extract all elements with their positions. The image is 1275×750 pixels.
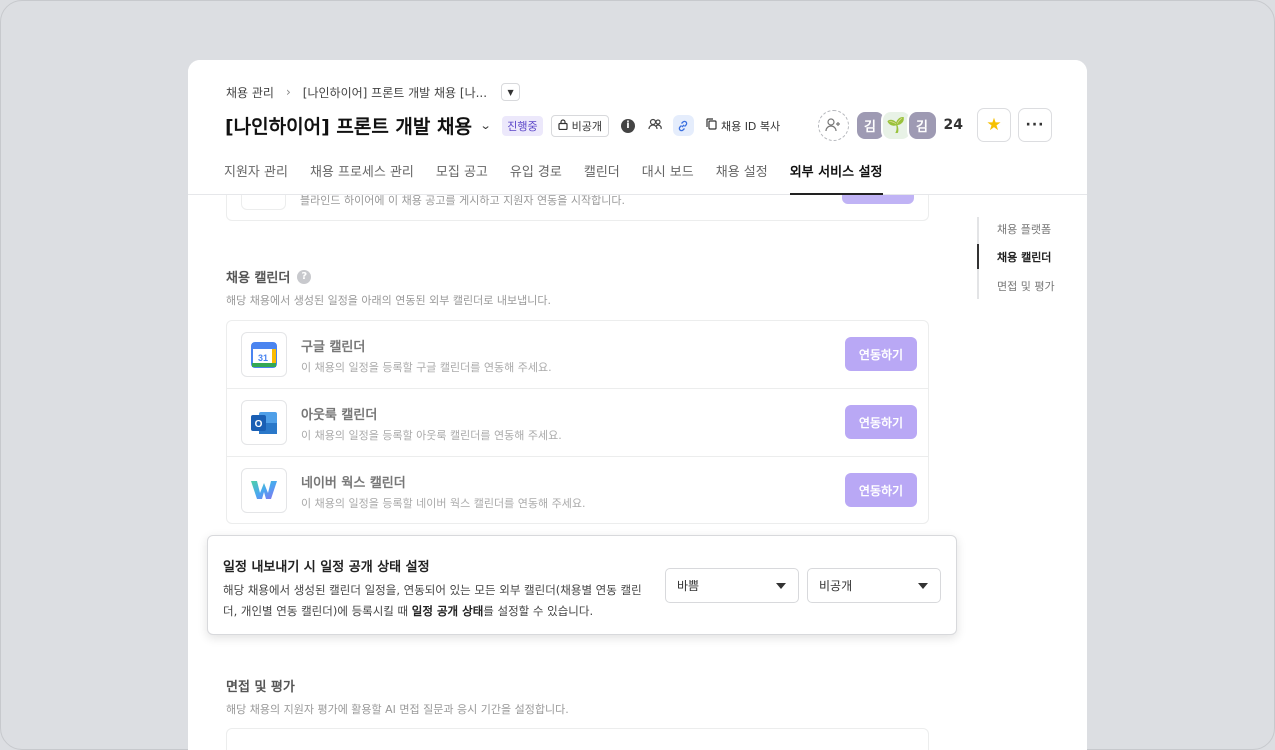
google-calendar-icon: 31 [241, 332, 287, 377]
copy-icon [706, 118, 717, 133]
info-icon[interactable]: i [620, 118, 635, 133]
tab-bar: 지원자 관리 채용 프로세스 관리 모집 공고 유입 경로 캘린더 대시 보드 … [224, 161, 905, 195]
calendar-name: 아웃룩 캘린더 [301, 408, 378, 423]
header: 채용 관리 › [나인하이어] 프론트 개발 채용 [나... ▼ [나인하이어… [188, 60, 1087, 195]
avatar: 김 [906, 109, 938, 141]
toc-item-platform[interactable]: 채용 플랫폼 [997, 221, 1051, 237]
main-card: 블라인드 하이어에 이 채용 공고를 게시하고 지원자 연동을 시작합니다. 채… [188, 60, 1087, 750]
tab-channels[interactable]: 유입 경로 [510, 161, 562, 195]
visibility-value: 비공개 [819, 579, 853, 593]
calendar-section-title-text: 채용 캘린더 [226, 271, 291, 286]
chevron-right-icon: › [285, 85, 291, 99]
connect-outlook-button[interactable]: 연동하기 [845, 405, 917, 439]
calendar-desc: 이 채용의 일정을 등록할 아웃룩 캘린더를 연동해 주세요. [301, 429, 562, 442]
list-item: 31 구글 캘린더 이 채용의 일정을 등록할 구글 캘린더를 연동해 주세요.… [227, 321, 928, 389]
tab-settings[interactable]: 채용 설정 [716, 161, 768, 195]
avatar-group[interactable]: 김 🌱 김 [854, 109, 938, 141]
interview-section-title: 면접 및 평가 [226, 680, 295, 695]
header-tools: 김 🌱 김 24 ★ ··· [817, 108, 1052, 142]
tab-applicants[interactable]: 지원자 관리 [224, 161, 288, 195]
busy-status-value: 바쁨 [677, 579, 700, 593]
list-item: O 아웃룩 캘린더 이 채용의 일정을 등록할 아웃룩 캘린더를 연동해 주세요… [227, 389, 928, 457]
table-of-contents: 채용 플랫폼 채용 캘린더 면접 및 평가 [977, 217, 1077, 299]
popup-desc: 해당 채용에서 생성된 캘린더 일정을, 연동되어 있는 모든 외부 캘린더(채… [223, 580, 648, 622]
connect-google-button[interactable]: 연동하기 [845, 337, 917, 371]
breadcrumb-current: [나인하이어] 프론트 개발 채용 [나... [302, 85, 488, 100]
tab-calendar[interactable]: 캘린더 [584, 161, 620, 195]
tab-external-services[interactable]: 외부 서비스 설정 [789, 161, 883, 195]
visibility-label: 비공개 [571, 119, 602, 133]
connect-naver-works-button[interactable]: 연동하기 [845, 473, 917, 507]
add-user-button[interactable] [817, 109, 849, 141]
svg-text:31: 31 [258, 353, 268, 363]
outlook-icon: O [241, 400, 287, 445]
tab-job-posting[interactable]: 모집 공고 [436, 161, 488, 195]
copy-id-button[interactable]: 채용 ID 복사 [706, 118, 780, 134]
visibility-settings-popup: 일정 내보내기 시 일정 공개 상태 설정 해당 채용에서 생성된 캘린더 일정… [207, 535, 957, 635]
status-badge: 진행중 [502, 115, 543, 136]
breadcrumb-root[interactable]: 채용 관리 [226, 84, 274, 101]
help-icon[interactable]: ? [297, 269, 312, 284]
calendar-list: 31 구글 캘린더 이 채용의 일정을 등록할 구글 캘린더를 연동해 주세요.… [226, 320, 929, 524]
link-icon[interactable] [672, 115, 694, 136]
copy-id-label: 채용 ID 복사 [720, 119, 781, 133]
naver-works-icon [241, 468, 287, 513]
visibility-badge[interactable]: 비공개 [550, 114, 609, 137]
tab-dashboard[interactable]: 대시 보드 [642, 161, 694, 195]
title-row: [나인하이어] 프론트 개발 채용 ⌄ 진행중 비공개 i 채용 ID 복사 [225, 112, 780, 139]
svg-text:O: O [255, 419, 263, 430]
chevron-down-icon[interactable]: ⌄ [480, 119, 492, 132]
toc-item-calendar[interactable]: 채용 캘린더 [997, 249, 1051, 265]
busy-status-select[interactable]: 바쁨 [665, 568, 799, 603]
toc-active-marker [977, 244, 979, 269]
more-icon[interactable]: ··· [1018, 108, 1052, 142]
breadcrumb: 채용 관리 › [나인하이어] 프론트 개발 채용 [나... ▼ [226, 83, 521, 101]
member-count: 24 [943, 117, 963, 133]
calendar-desc: 이 채용의 일정을 등록할 구글 캘린더를 연동해 주세요. [301, 361, 552, 374]
dropdown-icon[interactable]: ▼ [501, 83, 521, 101]
list-item: 네이버 웍스 캘린더 이 채용의 일정을 등록할 네이버 웍스 캘린더를 연동해… [227, 457, 928, 525]
calendar-desc: 이 채용의 일정을 등록할 네이버 웍스 캘린더를 연동해 주세요. [301, 497, 586, 510]
calendar-section-title: 채용 캘린더 ? [226, 267, 312, 286]
page-title: [나인하이어] 프론트 개발 채용 [225, 116, 472, 138]
calendar-name: 네이버 웍스 캘린더 [301, 476, 406, 491]
popup-desc-suffix: 를 설정할 수 있습니다. [483, 604, 594, 618]
star-icon[interactable]: ★ [977, 108, 1011, 142]
caret-down-icon [776, 583, 786, 589]
visibility-select[interactable]: 비공개 [807, 568, 941, 603]
popup-title: 일정 내보내기 시 일정 공개 상태 설정 [223, 560, 430, 575]
interview-section-desc: 해당 채용의 지원자 평가에 활용할 AI 면접 질문과 응시 기간을 설정합니… [226, 703, 569, 716]
interview-card [226, 728, 929, 750]
calendar-name: 구글 캘린더 [301, 340, 366, 355]
people-icon[interactable] [648, 118, 662, 133]
popup-desc-bold: 일정 공개 상태 [411, 604, 484, 618]
lock-icon [557, 118, 568, 133]
toc-item-interview[interactable]: 면접 및 평가 [997, 278, 1055, 294]
calendar-section-desc: 해당 채용에서 생성된 일정을 아래의 연동된 외부 캘린더로 내보냅니다. [226, 294, 551, 307]
caret-down-icon [918, 583, 928, 589]
tab-process[interactable]: 채용 프로세스 관리 [310, 161, 414, 195]
